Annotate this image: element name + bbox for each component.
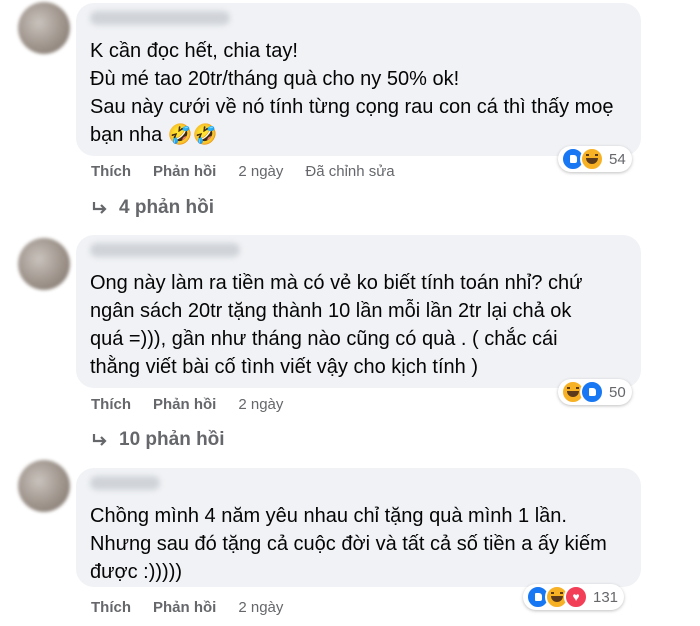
comment-actions: Thích Phản hồi 2 ngày bbox=[91, 599, 305, 616]
replies-count-label: 4 phản hồi bbox=[119, 197, 214, 218]
like-reaction-icon bbox=[580, 380, 604, 404]
reaction-summary[interactable]: 54 bbox=[558, 146, 632, 172]
author-name-blurred[interactable] bbox=[90, 476, 160, 490]
comment-text: Ong này làm ra tiền mà có vẻ ko biết tín… bbox=[90, 272, 583, 378]
comment-bubble: Ong này làm ra tiền mà có vẻ ko biết tín… bbox=[76, 235, 641, 388]
avatar[interactable] bbox=[18, 238, 70, 290]
avatar[interactable] bbox=[18, 2, 70, 54]
avatar[interactable] bbox=[18, 460, 70, 512]
like-button[interactable]: Thích bbox=[91, 163, 131, 180]
reaction-count: 50 bbox=[609, 383, 626, 401]
author-name-blurred[interactable] bbox=[90, 243, 240, 257]
comment-text: K cần đọc hết, chia tay! Đù mé tao 20tr/… bbox=[90, 40, 614, 146]
reaction-summary[interactable]: 131 bbox=[523, 584, 625, 610]
reaction-count: 54 bbox=[609, 150, 626, 168]
view-replies-link[interactable]: 4 phản hồi bbox=[91, 197, 214, 219]
view-replies-link[interactable]: 10 phản hồi bbox=[91, 429, 225, 451]
replies-count-label: 10 phản hồi bbox=[119, 429, 225, 450]
timestamp[interactable]: 2 ngày bbox=[238, 599, 283, 616]
reply-button[interactable]: Phản hồi bbox=[153, 599, 216, 616]
haha-reaction-icon bbox=[580, 147, 604, 171]
reaction-summary[interactable]: 50 bbox=[558, 379, 632, 405]
comment-actions: Thích Phản hồi 2 ngày Đã chỉnh sửa bbox=[91, 163, 417, 180]
author-name-blurred[interactable] bbox=[90, 11, 230, 25]
reply-button[interactable]: Phản hồi bbox=[153, 396, 216, 413]
love-reaction-icon bbox=[564, 585, 588, 609]
comment-actions: Thích Phản hồi 2 ngày bbox=[91, 396, 305, 413]
comment-text: Chồng mình 4 năm yêu nhau chỉ tặng quà m… bbox=[90, 505, 607, 583]
timestamp[interactable]: 2 ngày bbox=[238, 396, 283, 413]
reaction-count: 131 bbox=[593, 588, 619, 606]
reply-arrow-icon bbox=[91, 200, 109, 216]
reply-arrow-icon bbox=[91, 432, 109, 448]
comment-bubble: Chồng mình 4 năm yêu nhau chỉ tặng quà m… bbox=[76, 468, 641, 587]
comment-bubble: K cần đọc hết, chia tay! Đù mé tao 20tr/… bbox=[76, 3, 641, 156]
like-button[interactable]: Thích bbox=[91, 599, 131, 616]
edited-label: Đã chỉnh sửa bbox=[305, 163, 395, 180]
reply-button[interactable]: Phản hồi bbox=[153, 163, 216, 180]
timestamp[interactable]: 2 ngày bbox=[238, 163, 283, 180]
like-button[interactable]: Thích bbox=[91, 396, 131, 413]
